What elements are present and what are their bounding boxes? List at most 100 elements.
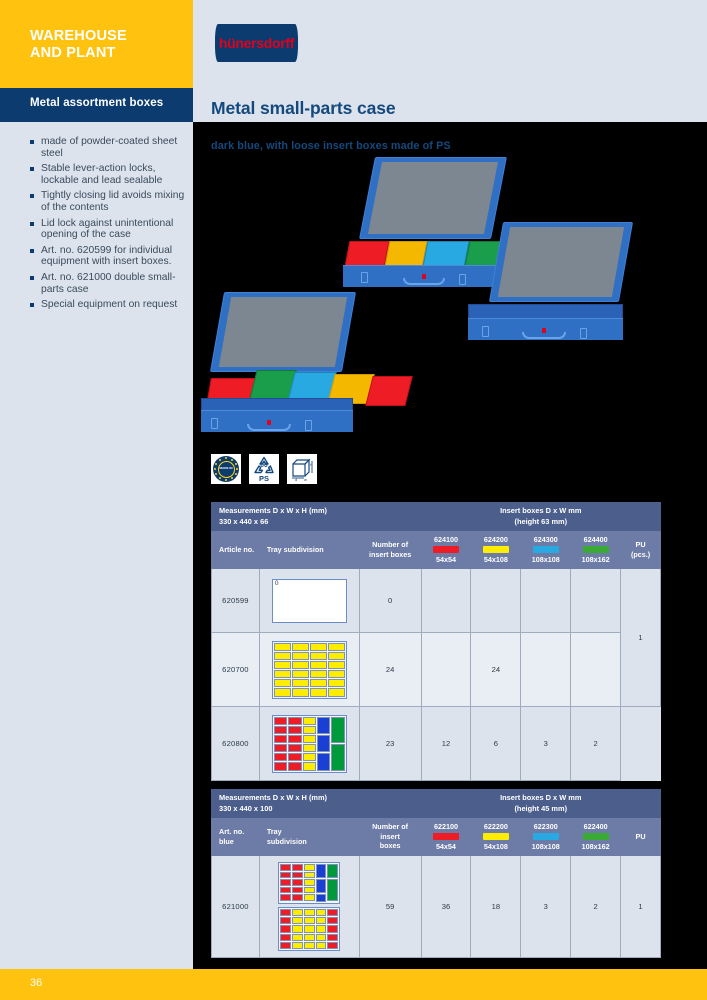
tray-compartment	[273, 688, 291, 697]
col-insert-622200: 622200 54x108	[470, 817, 522, 856]
tray-compartment	[327, 933, 339, 941]
svg-text:w: w	[304, 477, 307, 481]
col-pu: PU (pcs.)	[620, 530, 661, 569]
color-swatch-cyan	[532, 833, 559, 840]
recycling-number: 06	[260, 461, 268, 469]
main-content: hünersdorff Metal small-parts case dark …	[193, 0, 707, 1000]
dimensions-cube-icon: d w h	[287, 454, 317, 484]
tray-compartment	[309, 688, 327, 697]
cell-624300: 3	[520, 706, 572, 781]
made-in-europe-label: MADE IN	[219, 466, 233, 471]
tray-compartment	[317, 753, 331, 771]
color-swatch-red	[432, 833, 459, 840]
list-item: Special equipment on request	[30, 299, 188, 311]
tray-compartment	[327, 642, 345, 651]
tray-compartment	[327, 679, 345, 688]
tray-compartment	[292, 941, 303, 949]
tray-compartment	[280, 917, 292, 925]
tray-compartment	[292, 864, 303, 871]
tray-compartment	[273, 744, 288, 753]
cell-624400: 2	[570, 706, 622, 781]
col-insert-622300: 622300 108x108	[520, 817, 572, 856]
tray-compartment	[291, 651, 309, 660]
page-number: 36	[30, 977, 43, 989]
list-item: Art. no. 621000 double small-parts case	[30, 272, 188, 295]
cell-insert-count: 23	[358, 706, 422, 781]
insert-boxes-header: Insert boxes D x W mm (height 63 mm)	[420, 502, 662, 531]
product-photo	[193, 152, 707, 452]
col-insert-624100: 624100 54x54	[420, 530, 472, 569]
tray-compartment	[303, 917, 315, 925]
table-row: 620599 0 0 1	[211, 568, 661, 707]
cell-622100: 36	[420, 855, 472, 958]
col-insert-622400: 622400 108x162	[570, 817, 622, 856]
svg-text:h: h	[310, 462, 312, 467]
product-image-case-with-tray	[201, 292, 413, 447]
tray-compartment	[288, 734, 302, 743]
list-item: Stable lever-action locks, lockable and …	[30, 163, 188, 186]
tray-zero-label: 0	[274, 579, 279, 587]
cell-622400: 2	[570, 855, 622, 958]
tray-compartment	[315, 864, 327, 879]
tray-compartment	[315, 941, 327, 949]
tray-compartment	[303, 933, 315, 941]
color-swatch-cyan	[532, 546, 559, 553]
tray-compartment	[273, 762, 288, 771]
tray-compartment	[288, 753, 302, 762]
cell-pu: 1	[620, 568, 661, 707]
list-item: Lid lock against unintentional opening o…	[30, 218, 188, 241]
brand-logo-text: hünersdorff	[218, 35, 295, 51]
tray-compartment	[302, 725, 316, 734]
svg-text:d: d	[295, 477, 297, 481]
specs-table-height-100: Measurements D x W x H (mm) 330 x 440 x …	[211, 789, 661, 958]
cell-624400	[570, 632, 622, 707]
tray-compartment	[302, 762, 316, 771]
cell-article-no: 620700	[211, 632, 260, 707]
tray-compartment	[315, 917, 327, 925]
tray-compartment	[273, 725, 288, 734]
tray-compartment	[291, 670, 309, 679]
measurements-header: Measurements D x W x H (mm) 330 x 440 x …	[211, 502, 422, 531]
insert-boxes-header: Insert boxes D x W mm (height 45 mm)	[420, 789, 661, 818]
page-footer: 36	[0, 969, 707, 1000]
color-swatch-red	[432, 546, 459, 553]
tray-compartment	[327, 917, 339, 925]
tray-compartment	[303, 941, 315, 949]
cell-624100	[420, 632, 472, 707]
color-swatch-yellow	[482, 546, 509, 553]
cell-article-no: 621000	[211, 855, 260, 958]
cell-624400	[570, 568, 622, 633]
cell-624200	[470, 568, 522, 633]
tray-compartment	[302, 744, 316, 753]
tray-compartment	[280, 933, 292, 941]
cell-624100: 12	[420, 706, 472, 781]
tray-compartment	[331, 716, 345, 743]
tray-compartment	[291, 642, 309, 651]
tray-compartment	[303, 864, 315, 871]
tray-compartment	[288, 762, 302, 771]
table-row: 620700 24 24	[211, 632, 661, 707]
tray-compartment	[288, 744, 302, 753]
col-pu: PU	[620, 817, 661, 856]
cell-tray-diagram	[258, 632, 360, 707]
page-title: Metal small-parts case	[211, 98, 396, 118]
tray-compartment	[280, 894, 292, 901]
cell-tray-diagram	[258, 706, 360, 781]
cell-tray-diagram	[258, 855, 360, 958]
table-header-measurements: Measurements D x W x H (mm) 330 x 440 x …	[211, 502, 662, 531]
col-insert-624200: 624200 54x108	[470, 530, 522, 569]
recycling-material-label: PS	[258, 473, 269, 483]
brand-logo: hünersdorff	[215, 24, 298, 62]
tray-compartment	[302, 753, 316, 762]
tray-compartment	[288, 716, 302, 725]
tray-compartment	[309, 660, 327, 669]
tray-compartment	[273, 660, 291, 669]
tray-compartment	[327, 670, 345, 679]
cell-tray-diagram: 0	[258, 568, 360, 633]
tray-compartment	[292, 917, 303, 925]
tray-compartment	[315, 894, 327, 902]
tray-compartment	[291, 660, 309, 669]
tray-compartment	[315, 909, 327, 917]
made-in-europe-icon: MADE IN	[211, 454, 241, 484]
product-image-case-empty	[468, 222, 638, 352]
